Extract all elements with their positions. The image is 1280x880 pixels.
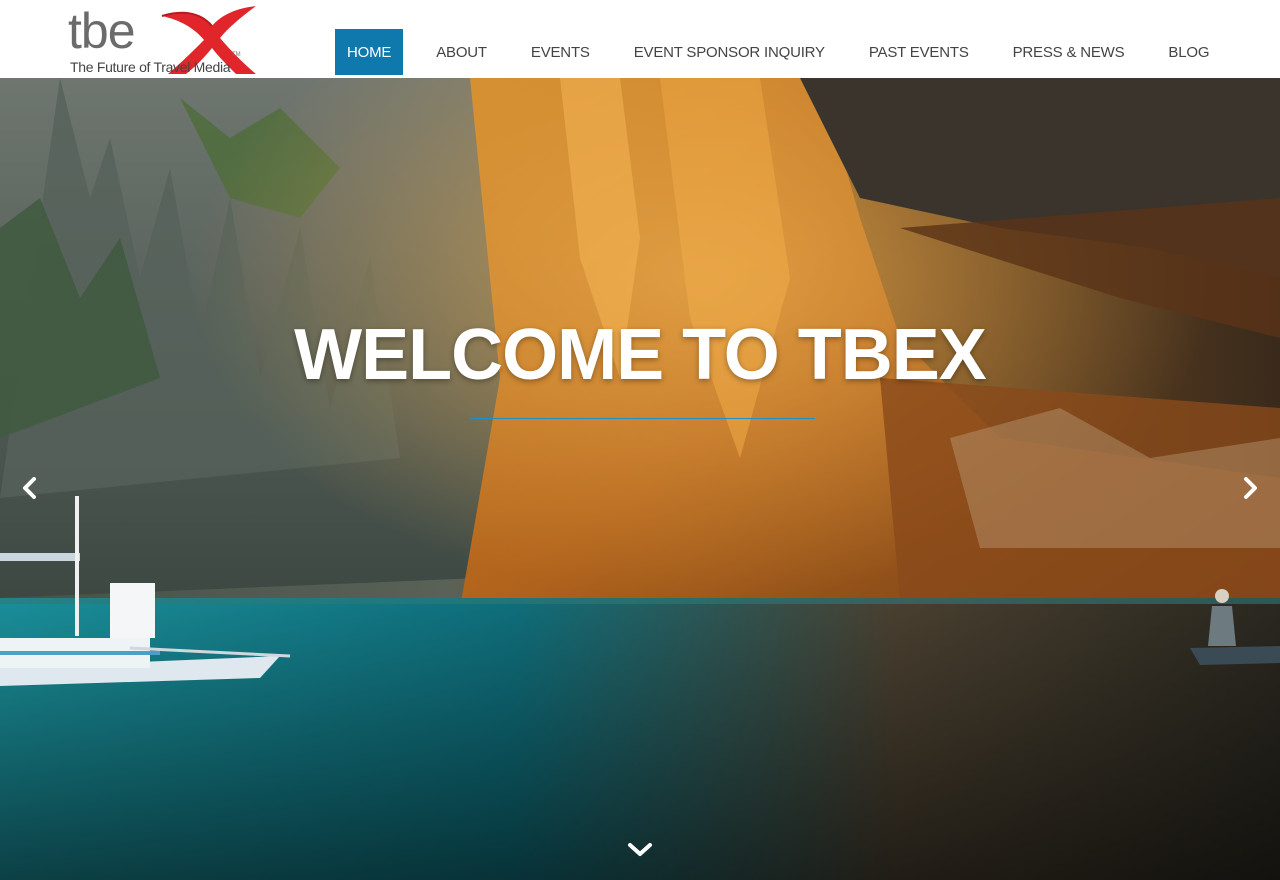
- hero-divider: [470, 418, 815, 419]
- chevron-right-icon: [1244, 477, 1257, 499]
- nav-item-blog[interactable]: BLOG: [1156, 29, 1221, 75]
- site-logo[interactable]: tbe TM The Future of Travel Media: [68, 4, 258, 78]
- nav-item-event-sponsor-inquiry[interactable]: EVENT SPONSOR INQUIRY: [622, 29, 837, 75]
- nav-item-press-news[interactable]: PRESS & NEWS: [1001, 29, 1137, 75]
- site-header: tbe TM The Future of Travel Media HOME A…: [0, 0, 1280, 78]
- slider-prev-button[interactable]: [14, 473, 44, 503]
- nav-item-home[interactable]: HOME: [335, 29, 404, 75]
- slider-next-button[interactable]: [1236, 473, 1266, 503]
- nav-item-past-events[interactable]: PAST EVENTS: [857, 29, 981, 75]
- nav-item-events[interactable]: EVENTS: [519, 29, 602, 75]
- logo-tagline: The Future of Travel Media: [70, 59, 231, 75]
- scroll-down-button[interactable]: [625, 835, 655, 865]
- nav-item-about[interactable]: ABOUT: [424, 29, 499, 75]
- chevron-down-icon: [628, 843, 652, 856]
- logo-wordmark: tbe: [68, 3, 136, 59]
- hero-background-image: [0, 78, 1280, 880]
- chevron-left-icon: [23, 477, 36, 499]
- hero-slider: WELCOME TO TBEX: [0, 78, 1280, 880]
- main-nav: HOME ABOUT EVENTS EVENT SPONSOR INQUIRY …: [335, 29, 1221, 75]
- hero-title: WELCOME TO TBEX: [294, 315, 987, 395]
- logo-trademark: TM: [232, 52, 241, 58]
